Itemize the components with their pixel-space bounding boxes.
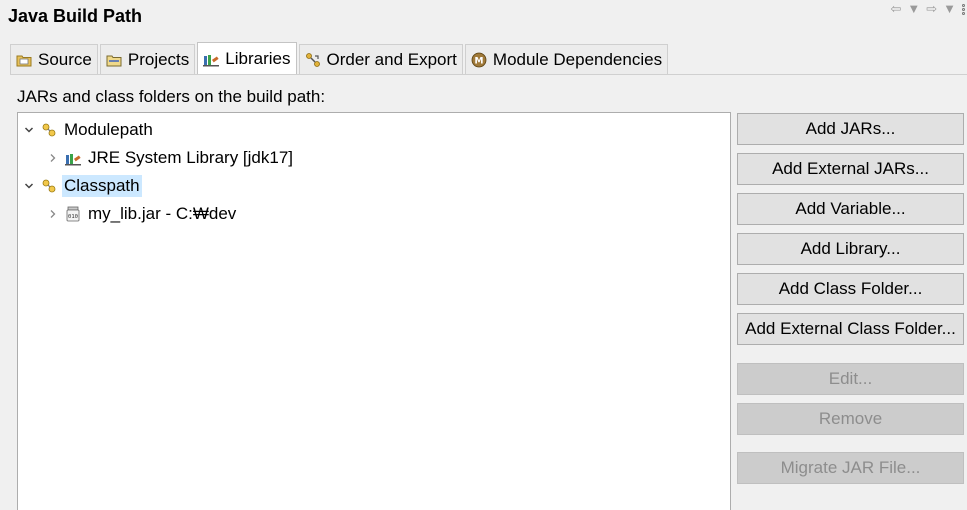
forward-dropdown-icon[interactable]: ▼ <box>943 2 956 16</box>
jre-library-icon <box>65 154 81 166</box>
expanded-chevron-icon[interactable] <box>22 123 36 137</box>
tab-module-dependencies[interactable]: M Module Dependencies <box>464 44 669 75</box>
tab-libraries[interactable]: Libraries <box>197 42 297 75</box>
add-class-folder-button[interactable]: Add Class Folder... <box>737 273 964 305</box>
edit-button[interactable]: Edit... <box>737 363 964 395</box>
add-library-button[interactable]: Add Library... <box>737 233 964 265</box>
module-icon: M <box>471 52 487 68</box>
dialog-title: Java Build Path <box>8 6 143 26</box>
add-variable-button[interactable]: Add Variable... <box>737 193 964 225</box>
tree-node-classpath[interactable]: Classpath <box>22 173 142 199</box>
forward-arrow-icon[interactable]: ⇨ <box>926 2 937 16</box>
tree-node-label: Classpath <box>62 175 142 197</box>
path-container-icon <box>42 179 56 193</box>
tab-source-label: Source <box>38 50 92 69</box>
tab-divider <box>10 74 967 75</box>
history-nav: ⇦ ▼ ⇨ ▼ <box>890 0 965 18</box>
tab-bar: Source Projects Libraries Order and Expo… <box>10 42 670 75</box>
tab-projects-label: Projects <box>127 50 190 69</box>
jar-file-icon: 010 <box>66 206 80 222</box>
build-path-tree[interactable]: Modulepath JRE System Library [jdk17] Cl… <box>17 112 731 510</box>
tree-node-label: Modulepath <box>64 120 153 139</box>
path-container-icon <box>42 123 56 137</box>
tree-node-jre-library[interactable]: JRE System Library [jdk17] <box>46 145 295 171</box>
collapsed-chevron-icon[interactable] <box>46 151 60 165</box>
tab-order-export[interactable]: Order and Export <box>298 44 463 75</box>
back-dropdown-icon[interactable]: ▼ <box>907 2 920 16</box>
svg-text:M: M <box>474 57 483 67</box>
add-jars-button[interactable]: Add JARs... <box>737 113 964 145</box>
collapsed-chevron-icon[interactable] <box>46 207 60 221</box>
expanded-chevron-icon[interactable] <box>22 179 36 193</box>
tree-node-label: JRE System Library [jdk17] <box>88 148 294 167</box>
source-folder-icon <box>16 55 32 67</box>
svg-text:010: 010 <box>68 214 78 220</box>
libraries-icon <box>203 55 220 67</box>
add-external-class-folder-button[interactable]: Add External Class Folder... <box>737 313 964 345</box>
tree-node-modulepath[interactable]: Modulepath <box>22 117 155 143</box>
build-path-description: JARs and class folders on the build path… <box>17 87 326 106</box>
tab-libraries-label: Libraries <box>225 49 291 68</box>
remove-button[interactable]: Remove <box>737 403 964 435</box>
tab-order-export-label: Order and Export <box>326 50 457 69</box>
order-export-icon <box>305 53 320 67</box>
migrate-jar-button[interactable]: Migrate JAR File... <box>737 452 964 484</box>
tab-module-dependencies-label: Module Dependencies <box>492 50 663 69</box>
tree-node-jar[interactable]: 010 my_lib.jar - C:₩dev <box>46 201 238 227</box>
tab-projects[interactable]: Projects <box>99 44 196 75</box>
view-menu-icon[interactable] <box>962 3 965 15</box>
add-external-jars-button[interactable]: Add External JARs... <box>737 153 964 185</box>
projects-icon <box>106 55 122 67</box>
tab-source[interactable]: Source <box>10 44 98 75</box>
tree-node-label: my_lib.jar - C:₩dev <box>88 204 237 223</box>
back-arrow-icon[interactable]: ⇦ <box>890 2 901 16</box>
